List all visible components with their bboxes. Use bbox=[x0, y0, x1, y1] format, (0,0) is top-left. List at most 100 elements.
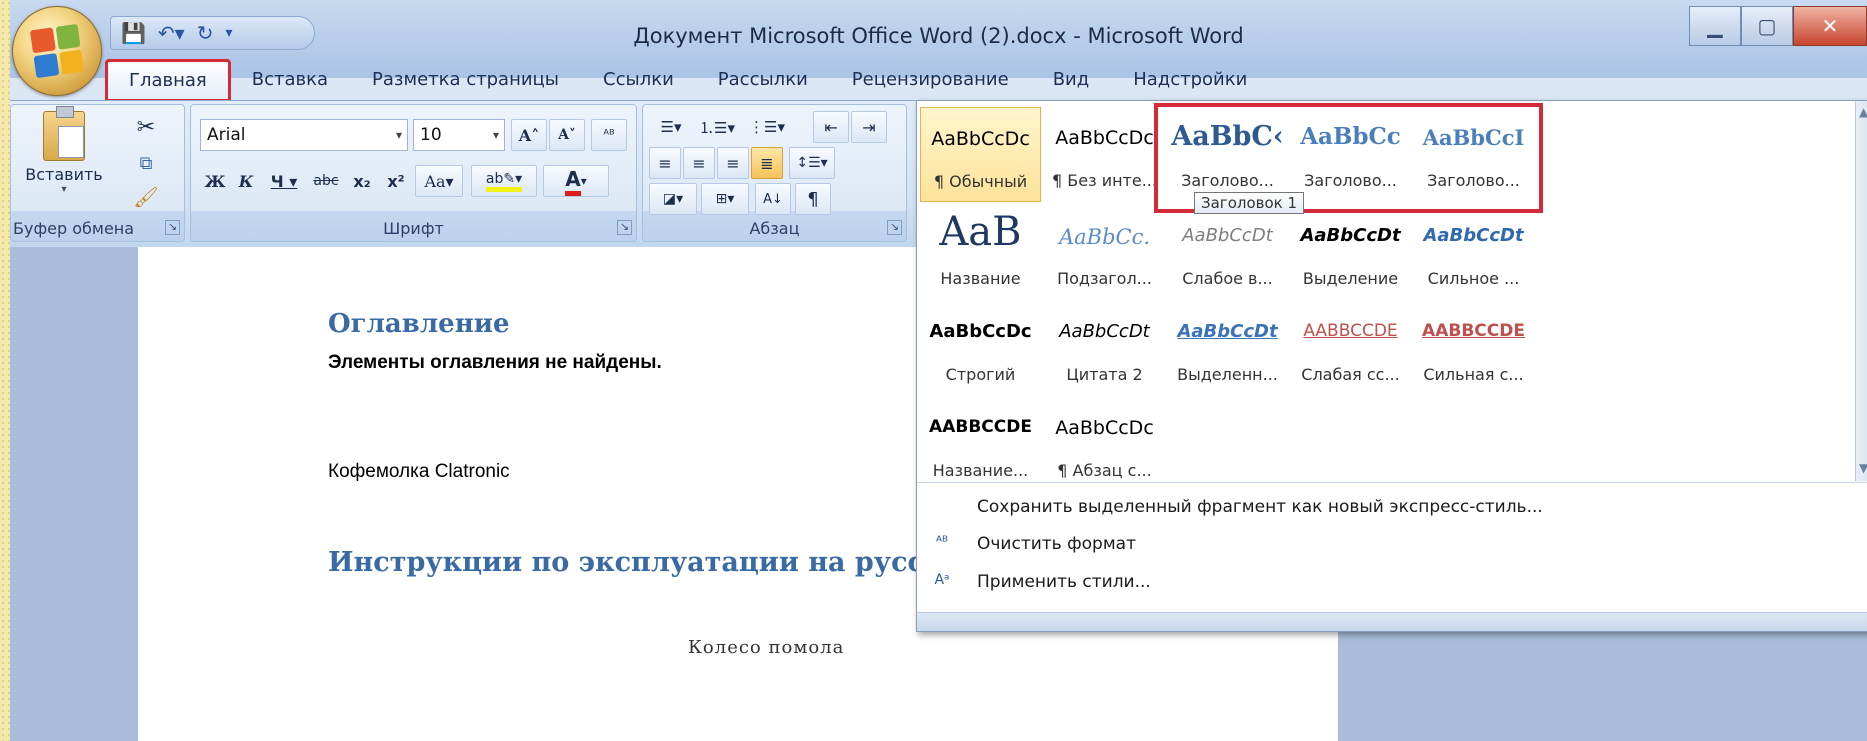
save-icon[interactable]: 💾 bbox=[121, 21, 146, 45]
style-label: Слабое в... bbox=[1182, 269, 1273, 288]
style-label: Слабая сс... bbox=[1301, 365, 1400, 384]
grow-font-button[interactable]: A˄ bbox=[511, 119, 547, 151]
style-tile-subtle-reference[interactable]: AABBCCDE Слабая сс... bbox=[1290, 301, 1411, 396]
style-tile-heading-2[interactable]: AaBbCc Заголово... bbox=[1290, 107, 1411, 202]
bold-button[interactable]: Ж bbox=[200, 165, 230, 197]
increase-indent-button[interactable]: ⇥ bbox=[851, 111, 887, 143]
borders-button[interactable]: ⊞▾ bbox=[701, 183, 749, 215]
redo-icon[interactable]: ↻ bbox=[197, 21, 214, 45]
font-name-combo[interactable]: Arial ▾ bbox=[200, 119, 408, 151]
style-sample: AaBbCcDc bbox=[929, 321, 1032, 342]
grow-font-icon: A˄ bbox=[518, 125, 540, 145]
style-tile-intense-quote[interactable]: AaBbCcDt Выделенн... bbox=[1167, 301, 1288, 396]
style-tile-intense-emphasis[interactable]: AaBbCcDt Сильное ... bbox=[1413, 205, 1534, 300]
tab-page-layout[interactable]: Разметка страницы bbox=[350, 60, 581, 100]
toc-empty-message: Элементы оглавления не найдены. bbox=[328, 352, 662, 373]
customize-icon[interactable]: ▾ bbox=[225, 25, 232, 41]
style-tile-heading-3[interactable]: AaBbCcI Заголово... bbox=[1413, 107, 1534, 202]
style-label: Выделенн... bbox=[1177, 365, 1278, 384]
borders-icon: ⊞▾ bbox=[715, 191, 735, 207]
font-launcher-icon[interactable]: ↘ bbox=[617, 220, 632, 235]
bullets-button[interactable]: ☰▾ bbox=[649, 111, 693, 143]
close-button[interactable]: ✕ bbox=[1793, 6, 1867, 46]
shading-button[interactable]: ◪▾ bbox=[649, 183, 697, 215]
superscript-button[interactable]: x² bbox=[381, 165, 411, 197]
maximize-icon: ▢ bbox=[1757, 14, 1777, 38]
clear-formatting-button[interactable]: ᴬᴮ bbox=[591, 119, 627, 151]
line-spacing-button[interactable]: ↕☰▾ bbox=[789, 147, 835, 179]
italic-button[interactable]: К bbox=[231, 165, 261, 197]
decrease-indent-button[interactable]: ⇤ bbox=[813, 111, 849, 143]
align-right-button[interactable]: ≡ bbox=[717, 147, 749, 179]
style-sample: AaBbCcDt bbox=[1177, 321, 1278, 342]
sort-button[interactable]: А↓ bbox=[755, 183, 791, 215]
font-color-button[interactable]: A ▾ bbox=[543, 165, 609, 197]
style-tile-strong[interactable]: AaBbCcDc Строгий bbox=[920, 301, 1041, 396]
style-sample: AaBbCcDc bbox=[1055, 417, 1154, 439]
style-tile-book-title[interactable]: AABBCCDE Название... bbox=[920, 397, 1041, 492]
style-label: ¶ Абзац с... bbox=[1057, 461, 1152, 480]
menu-clear-formatting[interactable]: Очистить формат bbox=[977, 534, 1136, 554]
caption-text: Колесо помола bbox=[688, 637, 845, 658]
multilevel-list-button[interactable]: ⋮☰▾ bbox=[743, 111, 791, 143]
tab-home[interactable]: Главная bbox=[105, 58, 231, 102]
justify-button[interactable]: ≣ bbox=[751, 147, 783, 179]
gallery-scrollbar[interactable]: ▲ ▼ bbox=[1855, 101, 1867, 481]
style-tile-subtle-emphasis[interactable]: AaBbCcDt Слабое в... bbox=[1167, 205, 1288, 300]
style-tile-title[interactable]: AaB Название bbox=[920, 205, 1041, 300]
numbering-button[interactable]: ⒈☰▾ bbox=[695, 111, 739, 143]
style-tile-intense-reference[interactable]: AABBCCDE Сильная с... bbox=[1413, 301, 1534, 396]
paragraph-launcher-icon[interactable]: ↘ bbox=[887, 220, 902, 235]
underline-icon: Ч ▾ bbox=[270, 171, 298, 191]
tab-view[interactable]: Вид bbox=[1031, 60, 1112, 100]
tab-addins[interactable]: Надстройки bbox=[1111, 60, 1269, 100]
font-size-combo[interactable]: 10 ▾ bbox=[413, 119, 505, 151]
line-spacing-icon: ↕☰▾ bbox=[796, 155, 828, 171]
tab-references[interactable]: Ссылки bbox=[581, 60, 696, 100]
clipboard-group-label: Буфер обмена bbox=[13, 219, 135, 238]
style-tile-no-spacing[interactable]: AaBbCcDc ¶ Без инте... bbox=[1044, 107, 1165, 202]
align-left-button[interactable]: ≡ bbox=[649, 147, 681, 179]
style-tile-list-paragraph[interactable]: AaBbCcDc ¶ Абзац с... bbox=[1044, 397, 1165, 492]
format-painter-button[interactable]: 🖌 bbox=[129, 181, 163, 213]
style-tile-normal[interactable]: AaBbCcDc ¶ Обычный bbox=[920, 107, 1041, 202]
menu-save-as-quick-style[interactable]: Сохранить выделенный фрагмент как новый … bbox=[977, 497, 1543, 517]
style-label: Заголово... bbox=[1427, 171, 1520, 190]
style-sample: AaBbCcDc bbox=[1055, 127, 1154, 149]
highlight-color-button[interactable]: ab✎▾ bbox=[471, 165, 537, 197]
office-button[interactable] bbox=[12, 6, 102, 96]
font-color-icon: A bbox=[565, 167, 581, 196]
scroll-up-icon[interactable]: ▲ bbox=[1859, 105, 1867, 119]
resize-grip[interactable] bbox=[917, 612, 1867, 631]
style-label: Заголово... bbox=[1304, 171, 1397, 190]
style-tile-heading-1[interactable]: AaBbC‹ Заголово... bbox=[1167, 107, 1288, 202]
subscript-button[interactable]: x₂ bbox=[347, 165, 377, 197]
minimize-button[interactable]: ▁ bbox=[1689, 6, 1741, 46]
undo-icon[interactable]: ↶▾ bbox=[158, 21, 185, 45]
style-label: Заголово... bbox=[1181, 171, 1274, 190]
strikethrough-button[interactable]: abc bbox=[307, 165, 345, 197]
tab-mailings[interactable]: Рассылки bbox=[696, 60, 830, 100]
heading-1: Инструкции по эксплуатации на русско bbox=[328, 547, 962, 578]
style-tile-emphasis[interactable]: AaBbCcDt Выделение bbox=[1290, 205, 1411, 300]
shrink-font-button[interactable]: A˅ bbox=[549, 119, 585, 151]
tab-insert[interactable]: Вставка bbox=[230, 60, 350, 100]
menu-apply-styles[interactable]: Применить стили... bbox=[977, 572, 1151, 592]
office-logo-icon bbox=[29, 23, 85, 79]
style-sample: AaBbCcI bbox=[1422, 125, 1525, 150]
change-case-button[interactable]: Aa▾ bbox=[415, 165, 463, 197]
underline-button[interactable]: Ч ▾ bbox=[263, 165, 305, 197]
copy-button[interactable]: ⧉ bbox=[129, 147, 163, 179]
maximize-button[interactable]: ▢ bbox=[1741, 6, 1793, 46]
cut-button[interactable]: ✂ bbox=[129, 111, 163, 143]
clipboard-launcher-icon[interactable]: ↘ bbox=[165, 220, 180, 235]
scroll-down-icon[interactable]: ▼ bbox=[1859, 461, 1867, 475]
style-tile-subtitle[interactable]: AaBbCc. Подзагол... bbox=[1044, 205, 1165, 300]
tab-review[interactable]: Рецензирование bbox=[830, 60, 1031, 100]
close-icon: ✕ bbox=[1821, 14, 1839, 38]
paste-button[interactable]: Вставить ▾ bbox=[23, 106, 105, 207]
show-formatting-button[interactable]: ¶ bbox=[795, 183, 831, 215]
style-label: Название bbox=[940, 269, 1021, 288]
style-tile-quote-2[interactable]: AaBbCcDt Цитата 2 bbox=[1044, 301, 1165, 396]
align-center-button[interactable]: ≡ bbox=[683, 147, 715, 179]
